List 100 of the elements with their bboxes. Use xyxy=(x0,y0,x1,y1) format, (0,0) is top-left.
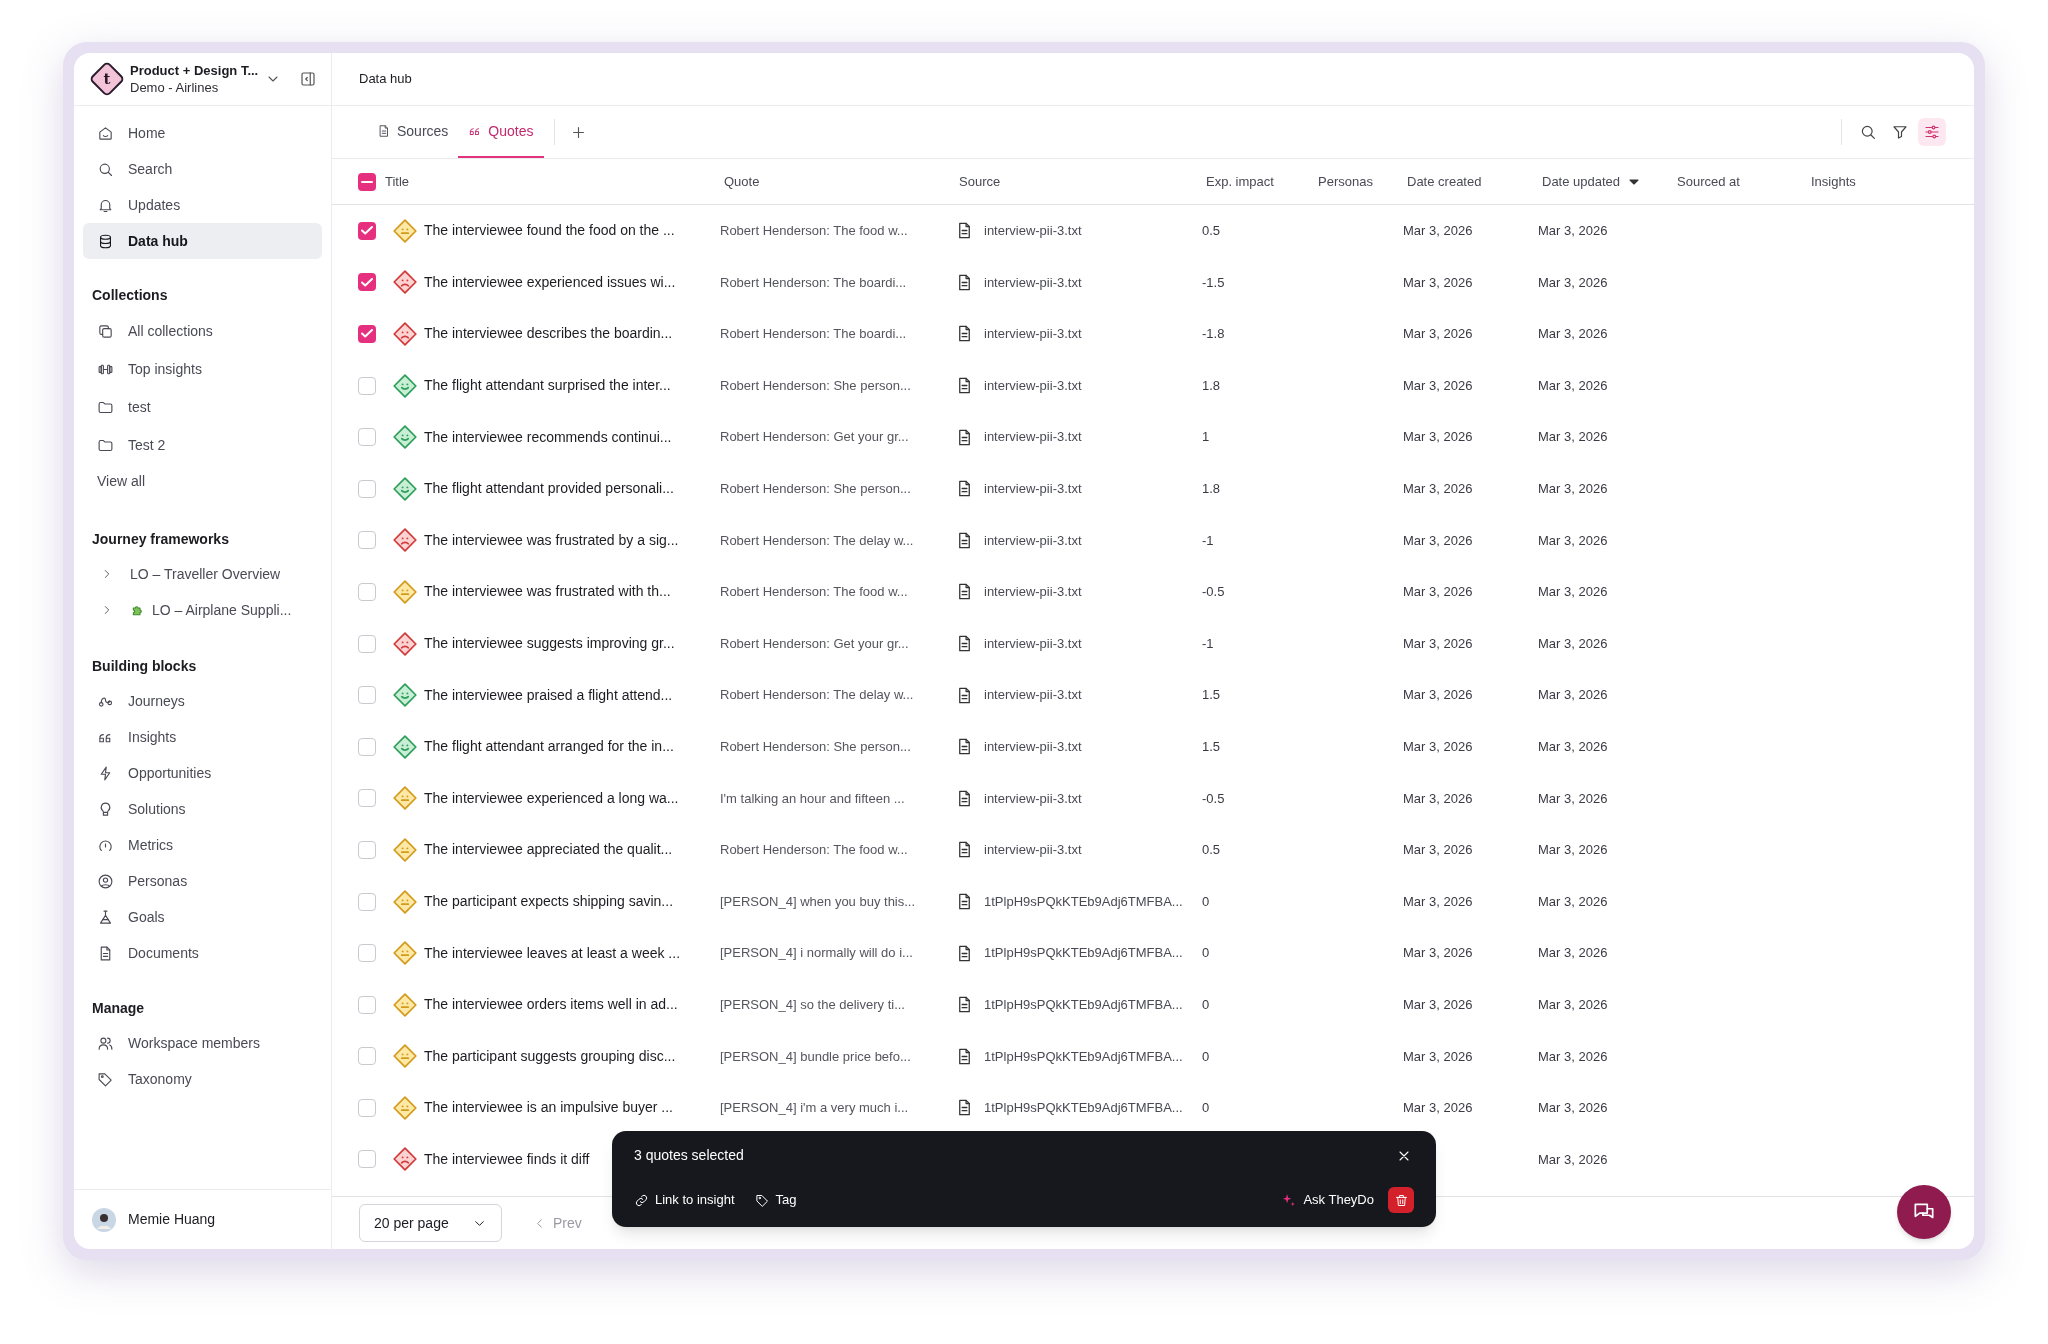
checkbox[interactable] xyxy=(358,892,376,911)
source-link[interactable]: interview-pii-3.txt xyxy=(984,479,1082,499)
date-text: Mar 3, 2026 xyxy=(1538,996,1608,1012)
workspace-subtitle: Demo - Airlines xyxy=(130,79,220,96)
source-link[interactable]: interview-pii-3.txt xyxy=(984,324,1082,344)
tab[interactable]: Sources xyxy=(367,106,459,158)
date-text: Mar 3, 2026 xyxy=(1403,739,1473,754)
sidebar-item[interactable]: Top insights xyxy=(74,350,331,388)
chat-button[interactable] xyxy=(1897,1185,1951,1239)
column-header[interactable]: Quote xyxy=(724,171,959,192)
date-text: Mar 3, 2026 xyxy=(1403,996,1473,1012)
source-link[interactable]: 1tPlpH9sPQkKTEb9Adj6TMFBA... xyxy=(984,1046,1183,1067)
page-title: Data hub xyxy=(359,70,412,89)
quote-title: The interviewee was frustrated with th... xyxy=(424,583,671,600)
date-text: Mar 3, 2026 xyxy=(1403,481,1473,496)
sidebar-item[interactable]: test xyxy=(74,388,331,426)
column-header[interactable]: Insights xyxy=(1811,171,1974,192)
link-action-button[interactable]: Link to insight xyxy=(634,1190,735,1210)
checkbox[interactable] xyxy=(358,1150,376,1169)
column-header[interactable]: Date created xyxy=(1407,171,1542,192)
tag-action-button[interactable]: Tag xyxy=(754,1190,797,1210)
date-text: Mar 3, 2026 xyxy=(1403,893,1473,909)
section-heading: Collections xyxy=(91,286,169,305)
sidebar-item[interactable]: Goals xyxy=(74,899,331,935)
tab[interactable]: Quotes xyxy=(458,106,544,158)
date-text: Mar 3, 2026 xyxy=(1403,584,1473,600)
section-heading: Manage xyxy=(91,999,146,1018)
view-options-button[interactable] xyxy=(1918,118,1946,146)
source-link[interactable]: 1tPlpH9sPQkKTEb9Adj6TMFBA... xyxy=(984,943,1183,963)
sidebar-item[interactable]: Workspace members xyxy=(74,1025,331,1061)
checkbox[interactable] xyxy=(358,944,376,963)
quote-title: The flight attendant provided personali... xyxy=(424,480,674,497)
checkbox[interactable] xyxy=(358,172,376,191)
checkbox[interactable] xyxy=(358,428,376,447)
column-header[interactable]: Exp. impact xyxy=(1206,171,1318,192)
ask-button[interactable]: Ask TheyDo xyxy=(1280,1190,1374,1210)
journey-framework-item[interactable]: LO – Airplane Suppli... xyxy=(74,592,331,628)
user-name[interactable]: Memie Huang xyxy=(128,1209,216,1230)
column-header[interactable]: Date updated xyxy=(1542,171,1677,192)
checkbox[interactable] xyxy=(358,531,376,550)
nav-item[interactable]: Data hub xyxy=(83,223,322,259)
sidebar-item[interactable]: Test 2 xyxy=(74,426,331,464)
sidebar-item[interactable]: All collections xyxy=(74,312,331,350)
column-header[interactable]: Sourced at xyxy=(1677,171,1811,192)
sidebar-item[interactable]: Taxonomy xyxy=(74,1061,331,1097)
source-link[interactable]: interview-pii-3.txt xyxy=(984,530,1082,551)
filter-icon xyxy=(1891,123,1909,141)
nav-item[interactable]: Search xyxy=(83,151,322,187)
delete-button[interactable] xyxy=(1388,1187,1414,1213)
source-link[interactable]: interview-pii-3.txt xyxy=(984,221,1082,241)
sidebar-item[interactable]: Opportunities xyxy=(74,755,331,791)
date-text: Mar 3, 2026 xyxy=(1403,635,1473,651)
checkbox[interactable] xyxy=(358,221,376,240)
source-link[interactable]: interview-pii-3.txt xyxy=(984,685,1082,705)
sidebar-item[interactable]: Documents xyxy=(74,935,331,971)
journey-framework-item[interactable]: LO – Traveller Overview xyxy=(74,556,331,592)
checkbox[interactable] xyxy=(358,686,376,705)
sidebar-item[interactable]: Insights xyxy=(74,719,331,755)
checkbox[interactable] xyxy=(358,737,376,756)
source-link[interactable]: interview-pii-3.txt xyxy=(984,427,1082,447)
nav-item[interactable]: Updates xyxy=(83,187,322,223)
checkbox[interactable] xyxy=(358,479,376,498)
source-link[interactable]: 1tPlpH9sPQkKTEb9Adj6TMFBA... xyxy=(984,994,1183,1015)
source-link[interactable]: interview-pii-3.txt xyxy=(984,737,1082,757)
checkbox[interactable] xyxy=(358,995,376,1014)
source-link[interactable]: 1tPlpH9sPQkKTEb9Adj6TMFBA... xyxy=(984,1098,1183,1118)
source-link[interactable]: interview-pii-3.txt xyxy=(984,272,1082,293)
checkbox[interactable] xyxy=(358,273,376,292)
checkbox[interactable] xyxy=(358,325,376,343)
date-text: Mar 3, 2026 xyxy=(1403,842,1473,858)
column-header[interactable]: Personas xyxy=(1318,171,1407,192)
per-page-select[interactable]: 20 per page xyxy=(359,1204,502,1242)
sidebar-item[interactable]: Metrics xyxy=(74,827,331,863)
source-link[interactable]: interview-pii-3.txt xyxy=(984,582,1082,602)
checkbox[interactable] xyxy=(358,840,376,859)
checkbox[interactable] xyxy=(358,789,376,808)
sidebar-item[interactable]: Solutions xyxy=(74,791,331,827)
sidebar-item[interactable]: Journeys xyxy=(74,683,331,719)
date-text: Mar 3, 2026 xyxy=(1538,532,1608,548)
checkbox[interactable] xyxy=(358,376,376,395)
sidebar-item[interactable]: Personas xyxy=(74,863,331,899)
view-all-link[interactable]: View all xyxy=(97,470,145,492)
source-link[interactable]: 1tPlpH9sPQkKTEb9Adj6TMFBA... xyxy=(984,891,1183,912)
avatar-icon xyxy=(92,1207,116,1232)
column-header[interactable]: Source xyxy=(959,171,1206,192)
source-link[interactable]: interview-pii-3.txt xyxy=(984,633,1082,654)
date-text: Mar 3, 2026 xyxy=(1403,790,1473,806)
source-link[interactable]: interview-pii-3.txt xyxy=(984,788,1082,809)
date-text: Mar 3, 2026 xyxy=(1538,1048,1608,1064)
date-text: Mar 3, 2026 xyxy=(1403,223,1473,239)
checkbox[interactable] xyxy=(358,582,376,601)
column-header[interactable]: Title xyxy=(385,171,724,192)
checkbox[interactable] xyxy=(358,1047,376,1066)
flask-icon xyxy=(97,908,114,926)
checkbox[interactable] xyxy=(358,1098,376,1117)
checkbox[interactable] xyxy=(358,634,376,653)
nav-item[interactable]: Home xyxy=(83,115,322,151)
source-link[interactable]: interview-pii-3.txt xyxy=(984,840,1082,860)
person-circle-icon xyxy=(97,872,114,890)
source-link[interactable]: interview-pii-3.txt xyxy=(984,375,1082,396)
